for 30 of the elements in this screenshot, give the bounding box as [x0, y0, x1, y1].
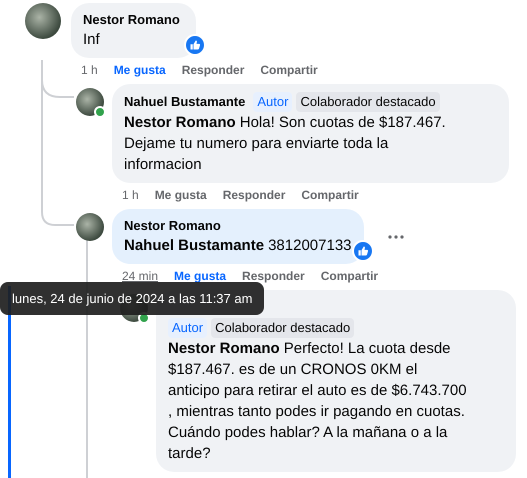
- more-options-icon[interactable]: [388, 234, 404, 238]
- author-name[interactable]: Nestor Romano: [83, 11, 180, 29]
- share-link[interactable]: Compartir: [301, 187, 359, 203]
- comment-text: Inf: [83, 30, 101, 50]
- timestamp-link[interactable]: 1 h: [81, 62, 98, 78]
- share-link[interactable]: Compartir: [260, 62, 318, 78]
- author-name[interactable]: Nestor Romano: [124, 217, 221, 235]
- like-link[interactable]: Me gusta: [154, 187, 207, 203]
- avatar[interactable]: [76, 213, 104, 241]
- comment-text: Nestor Romano Hola! Son cuotas de $187.467. Dejame tu numero para enviarte toda la informacion: [124, 113, 447, 175]
- date-tooltip: lunes, 24 de junio de 2024 a las 11:37 am: [0, 282, 264, 315]
- contributor-badge: Colaborador destacado: [211, 318, 354, 338]
- reply-link[interactable]: Responder: [222, 187, 286, 203]
- like-link[interactable]: Me gusta: [114, 62, 166, 78]
- like-reaction-icon[interactable]: [184, 34, 206, 56]
- avatar[interactable]: [76, 88, 104, 116]
- reply-link[interactable]: Responder: [182, 62, 244, 78]
- reply-link[interactable]: Responder: [242, 268, 305, 284]
- comment-text: Nahuel Bustamante 3812007133: [124, 236, 352, 256]
- timestamp-link[interactable]: 1 h: [122, 187, 139, 203]
- comment-text: Nestor Romano Perfecto! La cuota desde $187.467. es de un CRONOS 0KM el anticipo para retirar el auto es de $6.743.700 , mientras tanto podes ir pagando en cuotas. Cuándo podes hablar? A la mañana o a la tarde?: [168, 339, 468, 464]
- share-link[interactable]: Compartir: [320, 268, 378, 284]
- author-name[interactable]: Nahuel Bustamante: [124, 93, 246, 111]
- like-reaction-icon[interactable]: [352, 240, 374, 262]
- contributor-badge: Colaborador destacado: [296, 92, 440, 112]
- like-link[interactable]: Me gusta: [174, 268, 226, 284]
- author-badge: Autor: [253, 92, 292, 112]
- author-badge: Autor: [168, 318, 208, 338]
- timestamp-link[interactable]: 24 min: [122, 268, 158, 284]
- avatar[interactable]: [25, 3, 61, 39]
